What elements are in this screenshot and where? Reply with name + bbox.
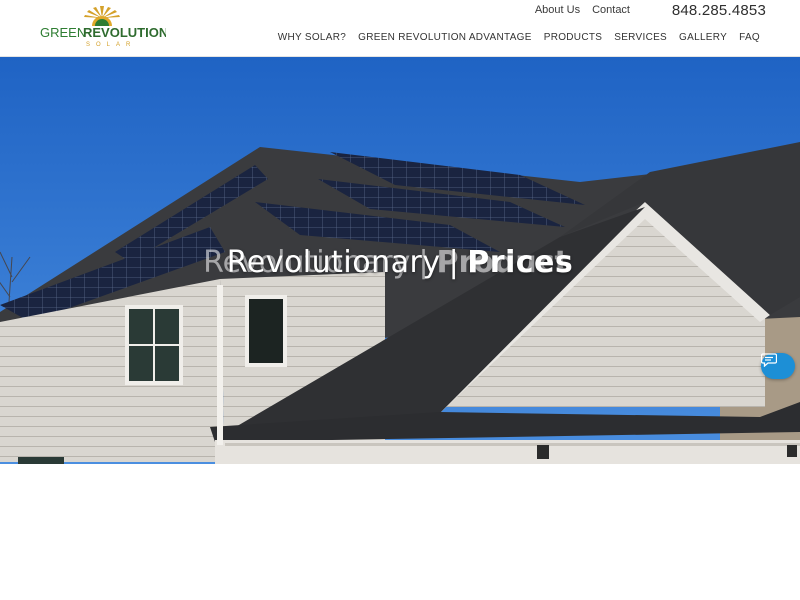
brand-logo[interactable]: GREEN REVOLUTION SOLAR [38, 4, 166, 48]
site-header: GREEN REVOLUTION SOLAR About Us Contact … [0, 0, 800, 57]
nav-products[interactable]: PRODUCTS [544, 32, 603, 43]
hero-headline-separator: | [448, 245, 460, 280]
about-us-link[interactable]: About Us [535, 4, 580, 16]
hero-headline: Revolutionary | Prices [0, 245, 800, 280]
utility-nav: About Us Contact [535, 4, 630, 16]
nav-advantage[interactable]: GREEN REVOLUTION ADVANTAGE [358, 32, 532, 43]
content-area [0, 464, 800, 600]
phone-number[interactable]: 848.285.4853 [672, 2, 766, 19]
nav-why-solar[interactable]: WHY SOLAR? [278, 32, 346, 43]
nav-gallery[interactable]: GALLERY [679, 32, 727, 43]
hero-headline-word2: Prices [467, 245, 574, 280]
hero-headline-word1: Revolutionary [226, 245, 441, 280]
chat-bubble-icon[interactable] [761, 353, 795, 379]
nav-faq[interactable]: FAQ [739, 32, 760, 43]
brand-name-part1: GREEN [40, 25, 86, 40]
nav-services[interactable]: SERVICES [614, 32, 667, 43]
hero-banner: Revolutionary | Product Revolutionary | Pric… [0, 57, 800, 464]
main-nav: WHY SOLAR? GREEN REVOLUTION ADVANTAGE PR… [278, 32, 760, 43]
brand-tagline: SOLAR [86, 42, 136, 48]
contact-link[interactable]: Contact [592, 4, 630, 16]
brand-name-part2: REVOLUTION [83, 25, 166, 40]
